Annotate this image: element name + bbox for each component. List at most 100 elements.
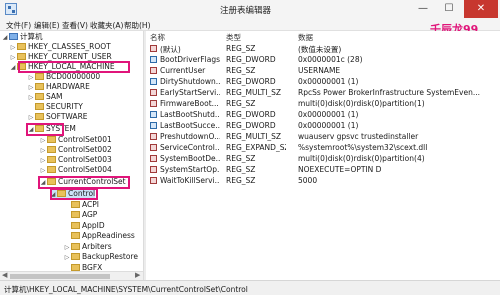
scroll-left-arrow-icon[interactable]: ◀ — [2, 271, 7, 279]
value-row[interactable]: SystemBootDe... REG_SZ multi(0)disk(0)rdis… — [146, 153, 500, 164]
tree-item-appid[interactable]: AppID — [64, 221, 105, 231]
value-row[interactable]: ServiceControl... REG_EXPAND_SZ %systemroo… — [146, 142, 500, 153]
computer-icon — [9, 33, 18, 40]
folder-icon — [71, 222, 80, 229]
value-type: REG_MULTI_SZ — [226, 132, 282, 141]
menu-edit[interactable]: 编辑(E) — [34, 20, 60, 31]
value-type: REG_MULTI_SZ — [226, 88, 282, 97]
expand-toggle-icon[interactable]: ▷ — [28, 113, 34, 123]
tree-item-bcd[interactable]: ▷ BCD00000000 — [28, 72, 101, 82]
highlight-box-hklm — [18, 61, 130, 73]
value-name: EarlyStartServi... — [160, 88, 220, 97]
value-row[interactable]: (默认) REG_SZ (数值未设置) — [146, 43, 500, 54]
menu-help[interactable]: 帮助(H) — [124, 20, 151, 31]
tree-item-agp[interactable]: AGP — [64, 210, 97, 220]
expand-toggle-icon[interactable]: ◢ — [10, 63, 16, 73]
value-name: LastBootSucce... — [160, 121, 220, 130]
folder-icon — [17, 43, 26, 50]
expand-toggle-icon[interactable]: ▷ — [40, 166, 46, 176]
value-row[interactable]: SystemStartOp... REG_SZ NOEXECUTE=OPTIN D — [146, 164, 500, 175]
column-header-type[interactable]: 类型 — [226, 32, 241, 42]
value-name: FirmwareBoot... — [160, 99, 219, 108]
value-row[interactable]: CurrentUser REG_SZ USERNAME — [146, 65, 500, 76]
folder-icon — [35, 93, 44, 100]
column-header-data[interactable]: 数据 — [298, 32, 313, 42]
tree-item-sam[interactable]: ▷ SAM — [28, 92, 63, 102]
value-name: DirtyShutdown... — [160, 77, 220, 86]
value-row[interactable]: PreshutdownO... REG_MULTI_SZ wuauserv gpsv… — [146, 131, 500, 142]
menu-view[interactable]: 查看(V) — [62, 20, 88, 31]
tree-item-security[interactable]: SECURITY — [28, 102, 83, 112]
tree-item-controlset002[interactable]: ▷ ControlSet002 — [40, 145, 112, 155]
tree-item-controlset003[interactable]: ▷ ControlSet003 — [40, 155, 112, 165]
tree-item-computer[interactable]: ◢ 计算机 — [2, 32, 43, 42]
folder-icon — [35, 83, 44, 90]
tree-item-label: AppID — [82, 221, 105, 230]
highlight-box-control — [50, 188, 98, 200]
tree-item-label: BCD00000000 — [46, 72, 101, 81]
tree-item-software[interactable]: ▷ SOFTWARE — [28, 112, 88, 122]
tree-item-appreadiness[interactable]: AppReadiness — [64, 231, 135, 241]
scroll-thumb[interactable] — [10, 274, 110, 279]
tree-item-hkcr[interactable]: ▷ HKEY_CLASSES_ROOT — [10, 42, 111, 52]
folder-icon — [47, 156, 56, 163]
expand-toggle-icon[interactable]: ▷ — [64, 253, 70, 263]
value-type: REG_DWORD — [226, 110, 276, 119]
value-data: 0x00000001 (1) — [298, 121, 359, 130]
folder-icon — [47, 146, 56, 153]
value-type: REG_EXPAND_SZ — [226, 143, 286, 152]
value-data: %systemroot%\system32\scext.dll — [298, 143, 428, 152]
tree-horizontal-scrollbar[interactable]: ◀ ▶ — [0, 271, 143, 280]
value-row[interactable]: LastBootSucce... REG_DWORD 0x00000001 (1) — [146, 120, 500, 131]
string-value-icon — [150, 144, 157, 151]
menu-file[interactable]: 文件(F) — [6, 20, 31, 31]
value-row[interactable]: EarlyStartServi... REG_MULTI_SZ RpcSs Powe… — [146, 87, 500, 98]
folder-icon — [17, 53, 26, 60]
column-header-name[interactable]: 名称 — [150, 32, 165, 42]
binary-value-icon — [150, 122, 157, 129]
value-name: LastBootShutd... — [160, 110, 220, 119]
tree-item-label: AppReadiness — [82, 231, 135, 240]
tree-item-label: HKEY_CURRENT_USER — [28, 52, 112, 61]
tree-item-label: HARDWARE — [46, 82, 90, 91]
value-data: 0x00000001 (1) — [298, 77, 359, 86]
folder-icon — [71, 201, 80, 208]
scroll-right-arrow-icon[interactable]: ▶ — [135, 271, 140, 279]
expand-toggle-icon[interactable]: ◢ — [2, 33, 8, 43]
minimize-button[interactable]: — — [410, 0, 436, 18]
value-row[interactable]: LastBootShutd... REG_DWORD 0x00000001 (1) — [146, 109, 500, 120]
tree-item-hardware[interactable]: ▷ HARDWARE — [28, 82, 90, 92]
value-data: multi(0)disk(0)rdisk(0)partition(1) — [298, 99, 425, 108]
string-value-icon — [150, 155, 157, 162]
maximize-button[interactable]: ☐ — [436, 0, 462, 18]
close-button[interactable]: ✕ — [464, 0, 498, 18]
value-row[interactable]: DirtyShutdown... REG_DWORD 0x00000001 (1) — [146, 76, 500, 87]
value-row[interactable]: FirmwareBoot... REG_SZ multi(0)disk(0)rdis… — [146, 98, 500, 109]
window-title: 注册表编辑器 — [220, 6, 272, 16]
value-name: SystemStartOp... — [160, 165, 220, 174]
tree-item-label: ControlSet002 — [58, 145, 112, 154]
title-bar: 注册表编辑器 — ☐ ✕ — [0, 0, 500, 18]
tree-item-label: AGP — [82, 210, 98, 219]
tree-item-label: ControlSet001 — [58, 135, 112, 144]
tree-item-acpi[interactable]: ACPI — [64, 200, 99, 210]
tree-item-controlset001[interactable]: ▷ ControlSet001 — [40, 135, 112, 145]
tree-item-backuprestore[interactable]: ▷ BackupRestore — [64, 252, 138, 262]
value-data: 0x0000001c (28) — [298, 55, 363, 64]
value-type: REG_SZ — [226, 176, 256, 185]
value-type: REG_SZ — [226, 44, 256, 53]
value-row[interactable]: WaitToKillServi... REG_SZ 5000 — [146, 175, 500, 186]
value-name: ServiceControl... — [160, 143, 220, 152]
highlight-box-system — [26, 123, 64, 136]
string-value-icon — [150, 177, 157, 184]
tree-item-bgfx[interactable]: BGFX — [64, 263, 102, 271]
menu-favorites[interactable]: 收藏夹(A) — [90, 20, 123, 31]
binary-value-icon — [150, 111, 157, 118]
string-value-icon — [150, 89, 157, 96]
folder-icon — [71, 243, 80, 250]
tree-item-arbiters[interactable]: ▷ Arbiters — [64, 242, 112, 252]
value-name: SystemBootDe... — [160, 154, 220, 163]
tree-item-controlset004[interactable]: ▷ ControlSet004 — [40, 165, 112, 175]
registry-tree: ◢ 计算机 ▷ HKEY_CLASSES_ROOT ▷ HKEY_CURRENT_US… — [0, 31, 143, 271]
value-row[interactable]: BootDriverFlags REG_DWORD 0x0000001c (28) — [146, 54, 500, 65]
